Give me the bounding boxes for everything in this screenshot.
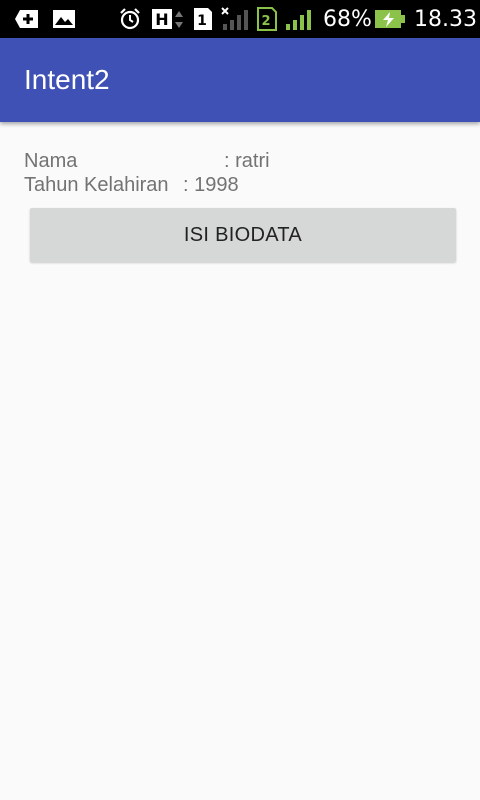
app-title: Intent2 [24, 64, 110, 95]
image-icon [52, 0, 76, 38]
plus-icon [14, 0, 40, 38]
nama-row: Nama : ratri [24, 150, 324, 174]
network-type-text: H [155, 10, 168, 29]
tahun-label: Tahun Kelahiran [24, 174, 169, 196]
sim2-label: 2 [261, 14, 270, 29]
alarm-icon [118, 0, 142, 38]
sim1-icon: 1 [192, 0, 214, 38]
nama-label: Nama [24, 150, 78, 172]
signal-muted-icon [220, 0, 250, 38]
nama-value: : ratri [224, 150, 270, 172]
tahun-value: : 1998 [183, 174, 239, 196]
tahun-row: Tahun Kelahiran : 1998 [24, 174, 324, 198]
signal-icon [284, 0, 314, 38]
battery-percent: 68% [323, 6, 372, 32]
battery-charging-icon [374, 0, 406, 38]
h-network-icon: H [151, 0, 187, 38]
sim1-label: 1 [197, 13, 207, 29]
isi-biodata-button[interactable]: ISI BIODATA [30, 208, 456, 262]
clock-time: 18.33 [414, 6, 477, 32]
app-bar: Intent2 [0, 38, 480, 122]
sim2-icon: 2 [256, 0, 278, 38]
status-bar: H 1 2 68% 18.33 [0, 0, 480, 38]
